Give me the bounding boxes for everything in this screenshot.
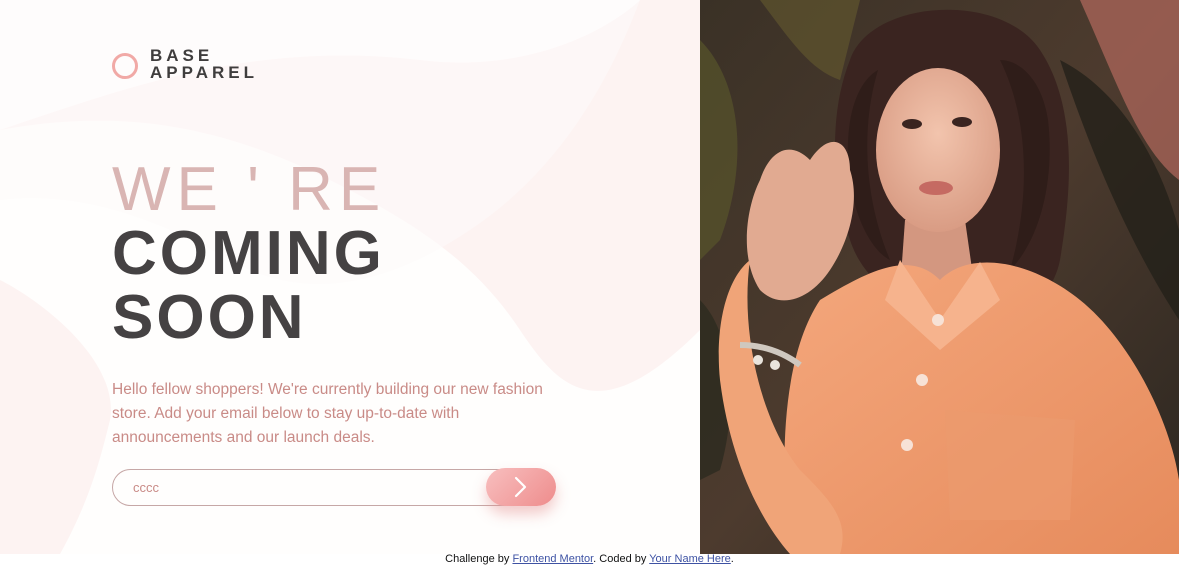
chevron-right-icon bbox=[514, 476, 527, 498]
model-photo-illustration bbox=[700, 0, 1179, 554]
headline-dark-2: SOON bbox=[112, 283, 307, 352]
attribution: Challenge by Frontend Mentor. Coded by Y… bbox=[0, 553, 1179, 565]
brand-name: BASE APPAREL bbox=[150, 47, 258, 81]
headline-dark-1: COMING bbox=[112, 219, 385, 288]
email-field[interactable]: cccc bbox=[112, 469, 532, 506]
submit-button[interactable] bbox=[486, 468, 556, 506]
brand-logo[interactable]: BASE APPAREL bbox=[112, 47, 258, 81]
author-link[interactable]: Your Name Here bbox=[649, 553, 731, 565]
email-field-value: cccc bbox=[133, 480, 159, 495]
brand-line-2: APPAREL bbox=[150, 63, 258, 82]
attribution-middle: . Coded by bbox=[593, 553, 650, 565]
attribution-suffix: . bbox=[730, 553, 734, 565]
attribution-prefix: Challenge by bbox=[445, 553, 513, 565]
headline-light: WE ' RE bbox=[112, 155, 387, 224]
frontend-mentor-link[interactable]: Frontend Mentor bbox=[512, 553, 593, 565]
description-text: Hello fellow shoppers! We're currently b… bbox=[112, 381, 543, 446]
model-photo bbox=[700, 0, 1179, 554]
brand-line-1: BASE bbox=[150, 46, 214, 65]
ring-logo-icon bbox=[112, 52, 138, 79]
email-form: cccc bbox=[112, 468, 556, 506]
page-title: WE ' RE COMING SOON bbox=[112, 158, 386, 350]
content-panel: BASE APPAREL WE ' RE COMING SOON Hello f… bbox=[0, 0, 700, 554]
